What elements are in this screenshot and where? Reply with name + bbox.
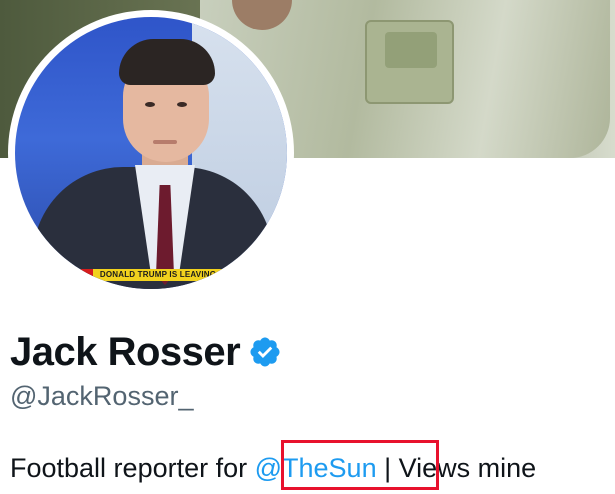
profile-name-row: Jack Rosser <box>10 327 282 377</box>
mention-highlight-box <box>281 440 439 490</box>
ticker-logo <box>81 269 93 281</box>
bio-text-start: Football reporter for <box>10 453 255 483</box>
profile-bio: Football reporter for @TheSun | Views mi… <box>10 448 536 488</box>
profile-name: Jack Rosser <box>10 330 241 374</box>
avatar-hair <box>119 39 215 85</box>
banner-pocket-flap <box>385 32 437 68</box>
news-ticker: DONALD TRUMP IS LEAVING <box>93 269 223 281</box>
profile-handle: @JackRosser_ <box>10 381 194 411</box>
avatar-eye-right <box>177 102 187 107</box>
avatar-mouth <box>153 140 177 144</box>
avatar-eye-left <box>145 102 155 107</box>
avatar[interactable]: DONALD TRUMP IS LEAVING <box>15 17 287 289</box>
verified-badge-icon[interactable] <box>248 335 282 369</box>
